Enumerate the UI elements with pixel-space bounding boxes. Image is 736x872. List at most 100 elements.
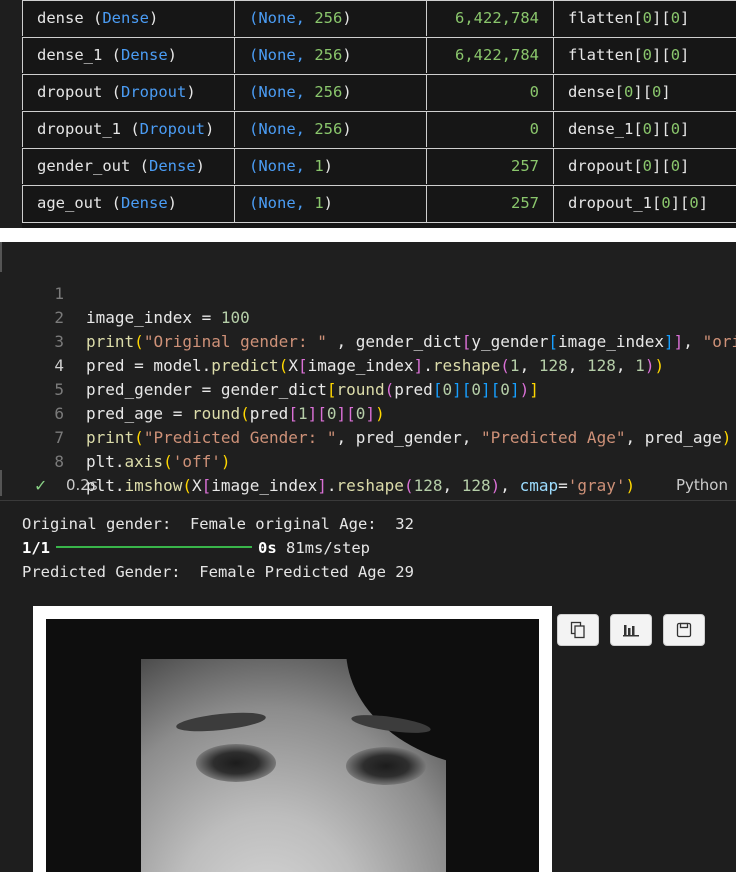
layer-type: Dense (102, 9, 150, 27)
image-region (196, 744, 276, 782)
open-plot-viewer-button[interactable] (610, 614, 652, 646)
connection-index: 0 (661, 194, 671, 212)
copy-image-button[interactable] (557, 614, 599, 646)
connected-layer: dropout (568, 157, 634, 175)
cell-focus-bar (0, 470, 2, 496)
output-line-original: Original gender: Female original Age: 32 (22, 515, 414, 533)
code-line[interactable]: 1 image_index = 100 (0, 258, 736, 327)
face-image (46, 619, 539, 872)
image-region (346, 747, 426, 785)
layer-name-cell: dropout (Dropout) (22, 75, 234, 110)
param-count-cell: 0 (426, 112, 553, 147)
output-shape: 256 (314, 83, 343, 101)
layer-name: age_out (37, 194, 103, 212)
connection-index: 0 (670, 157, 681, 175)
summary-row: dense (Dense) (None, 256) 6,422,784 flatten… (22, 0, 736, 36)
output-progress-line: 1/1 0s 81ms/step (22, 536, 370, 560)
connection-index: 0 (670, 120, 681, 138)
connected-to-cell: dropout[0][0] (553, 149, 736, 184)
kernel-language-button[interactable]: Python (676, 476, 728, 494)
code-line[interactable]: 7 plt.axis('off') (0, 402, 736, 471)
layer-name: gender_out (37, 157, 131, 175)
progress-step-count: 1/1 (22, 539, 50, 557)
cell-separator (0, 228, 736, 242)
output-shape-cell: (None, 1) (234, 149, 426, 184)
output-shape: 256 (314, 46, 343, 64)
summary-row: dense_1 (Dense) (None, 256) 6,422,784 flatt… (22, 37, 736, 73)
save-image-button[interactable] (663, 614, 705, 646)
connected-layer: dense_1 (568, 120, 634, 138)
output-shape: 1 (314, 157, 324, 175)
output-line-predicted: Predicted Gender: Female Predicted Age 2… (22, 563, 414, 581)
connection-index: 0 (689, 194, 699, 212)
layer-type: Dense (121, 194, 168, 212)
connection-index: 0 (624, 83, 634, 101)
layer-name-cell: dropout_1 (Dropout) (22, 112, 234, 147)
summary-row: age_out (Dense) (None, 1) 257 dropout_1[0][… (22, 185, 736, 223)
code-line[interactable]: 4 pred_gender = gender_dict[round(pred[0… (0, 330, 736, 399)
cell-status-bar: ✓ 0.2s Python (0, 470, 736, 500)
progress-rate: 81ms/step (276, 539, 370, 557)
connected-to-cell: flatten[0][0] (553, 1, 736, 36)
layer-type: Dense (121, 46, 168, 64)
layer-name-cell: gender_out (Dense) (22, 149, 234, 184)
param-count-cell: 6,422,784 (426, 38, 553, 73)
layer-name: dense (37, 9, 84, 27)
progress-time: 0s (258, 539, 277, 557)
connected-layer: dense (568, 83, 615, 101)
connection-index: 0 (670, 46, 681, 64)
output-shape-cell: (None, 256) (234, 38, 426, 73)
success-check-icon: ✓ (34, 476, 48, 495)
connected-to-cell: dropout_1[0][0] (553, 186, 736, 222)
image-region (446, 719, 539, 872)
layer-name: dropout (37, 83, 103, 101)
param-count-cell: 257 (426, 149, 553, 184)
summary-row: dropout_1 (Dropout) (None, 256) 0 dense_1[0… (22, 111, 736, 147)
copy-icon (570, 621, 585, 639)
output-shape: 256 (314, 9, 343, 27)
layer-type: Dense (149, 157, 196, 175)
param-count-cell: 6,422,784 (426, 1, 553, 36)
code-cell[interactable]: 1 image_index = 100 2 print("Original ge… (0, 242, 736, 501)
connected-to-cell: dense_1[0][0] (553, 112, 736, 147)
connection-index: 0 (642, 157, 653, 175)
summary-row: dropout (Dropout) (None, 256) 0 dense[0][0] (22, 74, 736, 110)
output-shape-cell: (None, 1) (234, 186, 426, 222)
image-region (175, 709, 267, 735)
param-count-cell: 0 (426, 75, 553, 110)
code-line[interactable]: 2 print("Original gender: " , gender_dic… (0, 282, 736, 351)
connection-index: 0 (642, 120, 653, 138)
connected-layer: flatten (568, 9, 634, 27)
summary-row: gender_out (Dense) (None, 1) 257 dropout[0]… (22, 148, 736, 184)
connection-index: 0 (642, 46, 653, 64)
connection-index: 0 (642, 9, 653, 27)
layer-name: dropout_1 (37, 120, 121, 138)
image-output (33, 606, 552, 872)
chart-icon (623, 625, 639, 637)
code-line[interactable]: 6 print("Predicted Gender: ", pred_gende… (0, 378, 736, 447)
output-shape: 256 (314, 120, 343, 138)
connected-to-cell: flatten[0][0] (553, 38, 736, 73)
layer-name-cell: age_out (Dense) (22, 186, 234, 222)
layer-name: dense_1 (37, 46, 103, 64)
output-shape: 1 (314, 194, 324, 212)
connection-index: 0 (670, 9, 681, 27)
connected-to-cell: dense[0][0] (553, 75, 736, 110)
model-summary-table: dense (Dense) (None, 256) 6,422,784 flatten… (22, 0, 736, 228)
output-shape-cell: (None, 256) (234, 1, 426, 36)
connection-index: 0 (652, 83, 662, 101)
layer-type: Dropout (121, 83, 187, 101)
save-icon (676, 622, 692, 638)
code-line[interactable]: 5 pred_age = round(pred[1][0][0]) (0, 354, 736, 423)
image-region (46, 619, 141, 872)
layer-type: Dropout (139, 120, 205, 138)
code-line[interactable]: 3 pred = model.predict(X[image_index].re… (0, 306, 736, 375)
code-line[interactable]: 8 plt.imshow(X[image_index].reshape(128,… (0, 426, 736, 495)
progress-bar (56, 545, 252, 548)
output-shape-cell: (None, 256) (234, 75, 426, 110)
layer-name-cell: dense (Dense) (22, 1, 234, 36)
execution-time: 0.2s (66, 476, 98, 494)
layer-name-cell: dense_1 (Dense) (22, 38, 234, 73)
output-shape-cell: (None, 256) (234, 112, 426, 147)
connected-layer: flatten (568, 46, 634, 64)
